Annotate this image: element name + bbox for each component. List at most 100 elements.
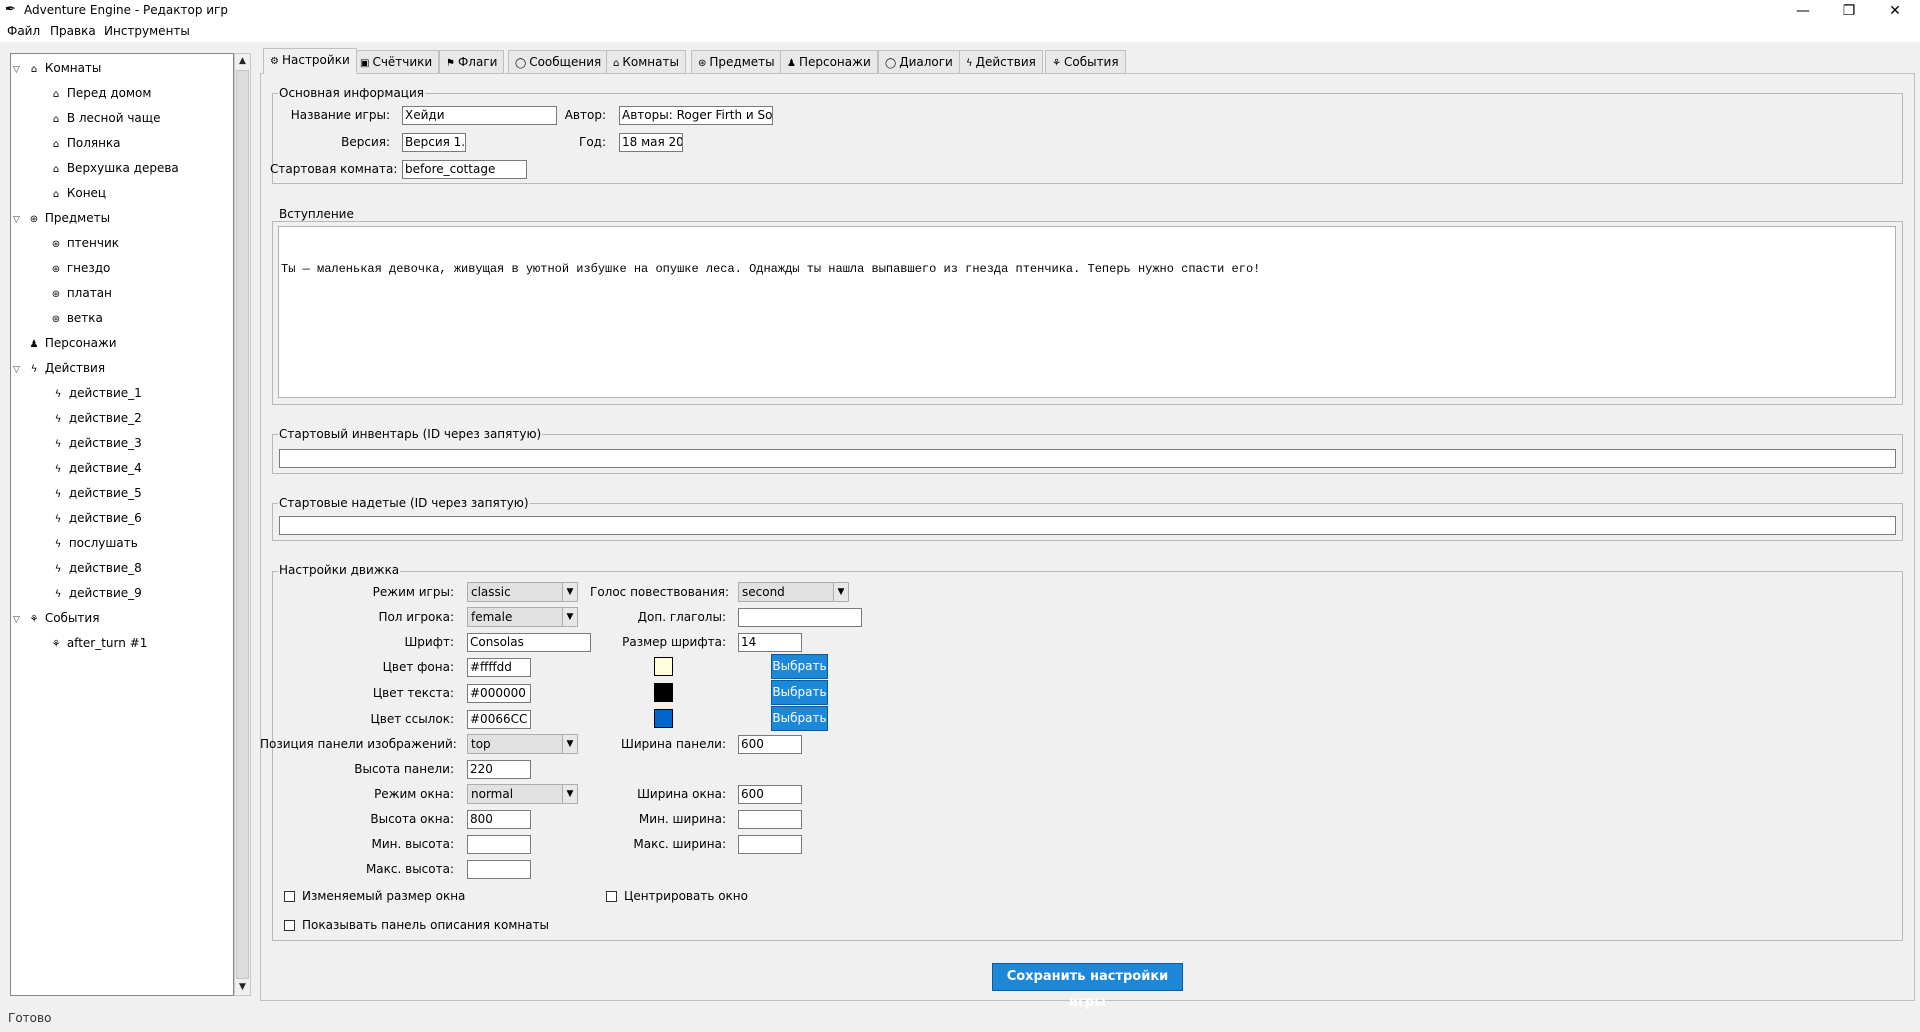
start-worn-legend: Стартовые надетые (ID через запятую) xyxy=(278,496,530,510)
save-settings-button[interactable]: Сохранить настройки игры xyxy=(992,963,1183,1010)
tree-item-action[interactable]: ϟ действие_6 xyxy=(51,506,142,531)
window-width-field[interactable]: 600 xyxy=(738,785,802,804)
game-mode-select[interactable]: classic ▼ xyxy=(467,582,578,602)
tab-flags[interactable]: ⚑ Флаги xyxy=(439,50,505,74)
start-worn-field[interactable] xyxy=(279,516,1896,535)
scroll-down-icon[interactable]: ▼ xyxy=(235,980,250,995)
panel-height-field[interactable]: 220 xyxy=(467,760,531,779)
resizable-checkbox[interactable] xyxy=(284,891,295,902)
font-size-field[interactable]: 14 xyxy=(738,633,802,652)
tab-messages[interactable]: ◯ Сообщения xyxy=(508,50,609,74)
tree-item-room[interactable]: ⌂ Конец xyxy=(49,181,106,206)
player-gender-label: Пол игрока: xyxy=(378,610,454,624)
tree-item-action[interactable]: ϟ послушать xyxy=(51,531,138,556)
lightning-icon: ϟ xyxy=(30,364,38,375)
menu-tools[interactable]: Инструменты xyxy=(104,24,190,38)
show-room-description-checkbox[interactable] xyxy=(284,920,295,931)
version-field[interactable]: Версия 1.1 xyxy=(402,133,466,152)
chevron-down-icon[interactable]: ▼ xyxy=(562,735,577,753)
menu-file[interactable]: Файл xyxy=(7,24,40,38)
tree-item-action[interactable]: ϟ действие_8 xyxy=(51,556,142,581)
counter-icon: ▣ xyxy=(360,58,370,69)
tree-item-room[interactable]: ⌂ В лесной чаще xyxy=(49,106,161,131)
basic-info-legend: Основная информация xyxy=(278,86,425,100)
chevron-down-icon[interactable]: ▽ xyxy=(13,608,27,633)
tab-settings[interactable]: ⚙ Настройки xyxy=(263,48,357,74)
max-height-field[interactable] xyxy=(467,860,531,879)
lightning-icon: ϟ xyxy=(54,389,62,400)
center-window-checkbox[interactable] xyxy=(606,891,617,902)
tree-scrollbar[interactable]: ▲ ▼ xyxy=(234,53,251,996)
tree-item-room[interactable]: ⌂ Перед домом xyxy=(49,81,152,106)
tree-item-event[interactable]: ⚘ after_turn #1 xyxy=(49,631,148,656)
tree-item-action[interactable]: ϟ действие_9 xyxy=(51,581,142,606)
font-size-label: Размер шрифта: xyxy=(622,635,726,649)
tree-item-object[interactable]: ⊛ платан xyxy=(49,281,112,306)
panel-width-field[interactable]: 600 xyxy=(738,735,802,754)
project-tree[interactable]: ▽ ⌂ Комнаты ⌂ Перед домом ⌂ В лесной чаще… xyxy=(10,53,234,996)
narration-select[interactable]: second ▼ xyxy=(738,582,849,602)
min-height-field[interactable] xyxy=(467,835,531,854)
box-icon: ⊛ xyxy=(698,58,707,69)
tree-item-action[interactable]: ϟ действие_2 xyxy=(51,406,142,431)
tab-actions[interactable]: ϟ Действия xyxy=(959,50,1043,74)
window-height-field[interactable]: 800 xyxy=(467,810,531,829)
tree-item-object[interactable]: ⊛ гнездо xyxy=(49,256,111,281)
tree-item-action[interactable]: ϟ действие_5 xyxy=(51,481,142,506)
chevron-down-icon[interactable]: ▼ xyxy=(562,583,577,601)
pick-text-color-button[interactable]: Выбрать xyxy=(771,680,828,705)
tab-items[interactable]: ⊛ Предметы xyxy=(691,50,782,74)
tree-item-object[interactable]: ⊛ птенчик xyxy=(49,231,119,256)
chevron-down-icon[interactable]: ▽ xyxy=(13,208,27,233)
link-color-field[interactable]: #0066CC xyxy=(467,710,531,729)
tree-item-action[interactable]: ϟ действие_1 xyxy=(51,381,142,406)
tree-item-action[interactable]: ϟ действие_3 xyxy=(51,431,142,456)
tree-node-characters[interactable]: ♟ Персонажи xyxy=(27,331,117,356)
tab-events[interactable]: ⚘ События xyxy=(1045,50,1126,74)
tree-item-action[interactable]: ϟ действие_4 xyxy=(51,456,142,481)
scroll-up-icon[interactable]: ▲ xyxy=(235,54,250,69)
tab-dialogs[interactable]: ◯ Диалоги xyxy=(878,50,960,74)
tree-item-room[interactable]: ⌂ Полянка xyxy=(49,131,121,156)
pick-bg-color-button[interactable]: Выбрать xyxy=(771,654,828,679)
chevron-down-icon[interactable]: ▼ xyxy=(833,583,848,601)
tab-counters[interactable]: ▣ Счётчики xyxy=(353,50,440,74)
scrollbar-thumb[interactable] xyxy=(236,70,249,979)
box-icon: ⊛ xyxy=(51,239,61,250)
year-field[interactable]: 18 мая 2026 xyxy=(619,133,683,152)
minimize-button[interactable]: — xyxy=(1780,0,1826,22)
start-room-field[interactable]: before_cottage xyxy=(402,160,527,179)
tree-node-events[interactable]: ▽ ⚘ События xyxy=(13,606,99,631)
narration-label: Голос повествования: xyxy=(590,585,730,599)
close-button[interactable]: ✕ xyxy=(1872,0,1918,22)
author-field[interactable]: Авторы: Roger Firth и Sonja xyxy=(619,106,773,125)
menu-edit[interactable]: Правка xyxy=(50,24,96,38)
font-field[interactable]: Consolas xyxy=(467,633,591,652)
tab-characters[interactable]: ♟ Персонажи xyxy=(780,50,878,74)
start-inventory-field[interactable] xyxy=(279,449,1896,468)
extra-verbs-field[interactable] xyxy=(738,608,862,627)
tab-rooms[interactable]: ⌂ Комнаты xyxy=(606,50,686,74)
intro-textarea[interactable]: Ты — маленькая девочка, живущая в уютной… xyxy=(278,226,1896,398)
image-panel-position-select[interactable]: top ▼ xyxy=(467,734,578,754)
bg-color-field[interactable]: #ffffdd xyxy=(467,658,531,677)
window-mode-select[interactable]: normal ▼ xyxy=(467,784,578,804)
min-width-field[interactable] xyxy=(738,810,802,829)
window-title: Adventure Engine - Редактор игр xyxy=(24,3,228,17)
chevron-down-icon[interactable]: ▼ xyxy=(562,608,577,626)
bg-color-swatch xyxy=(654,657,673,676)
chevron-down-icon[interactable]: ▽ xyxy=(13,58,27,83)
tree-item-object[interactable]: ⊛ ветка xyxy=(49,306,103,331)
text-color-field[interactable]: #000000 xyxy=(467,684,531,703)
chevron-down-icon[interactable]: ▽ xyxy=(13,358,27,383)
tree-node-items[interactable]: ▽ ⊛ Предметы xyxy=(13,206,110,231)
tree-node-rooms[interactable]: ▽ ⌂ Комнаты xyxy=(13,56,101,81)
max-width-field[interactable] xyxy=(738,835,802,854)
maximize-button[interactable]: ❐ xyxy=(1826,0,1872,22)
tree-item-room[interactable]: ⌂ Верхушка дерева xyxy=(49,156,179,181)
pick-link-color-button[interactable]: Выбрать xyxy=(771,706,828,731)
game-name-field[interactable]: Хейди xyxy=(402,106,557,125)
tree-node-actions[interactable]: ▽ ϟ Действия xyxy=(13,356,105,381)
chevron-down-icon[interactable]: ▼ xyxy=(562,785,577,803)
player-gender-select[interactable]: female ▼ xyxy=(467,607,578,627)
